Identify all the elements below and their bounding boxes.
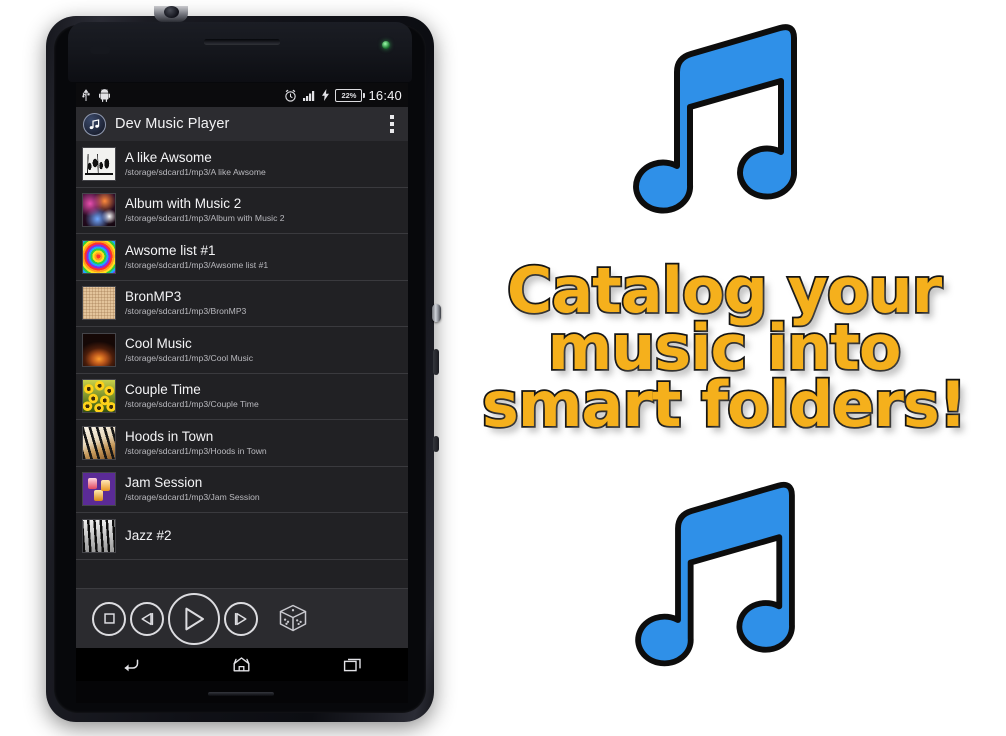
notification-led-icon <box>382 41 390 49</box>
song-row[interactable]: BronMP3/storage/sdcard1/mp3/BronMP3 <box>76 280 408 327</box>
album-art-thumbnail <box>82 193 116 228</box>
volume-button[interactable] <box>433 349 439 375</box>
play-button[interactable] <box>168 592 220 645</box>
recents-button[interactable] <box>323 652 383 678</box>
battery-indicator: 22% <box>335 88 365 102</box>
song-title: Hoods in Town <box>125 428 214 444</box>
home-icon <box>233 657 250 672</box>
song-title: A like Awsome <box>125 149 212 165</box>
previous-icon <box>141 612 154 625</box>
album-art-thumbnail <box>82 239 116 274</box>
album-art-thumbnail <box>82 379 116 414</box>
usb-icon <box>82 88 90 101</box>
song-path: /storage/sdcard1/mp3/Album with Music 2 <box>125 213 285 224</box>
previous-button[interactable] <box>130 601 164 636</box>
song-title: Couple Time <box>125 382 201 398</box>
battery-percent-label: 22% <box>341 90 357 100</box>
phone-top-bezel <box>68 22 412 82</box>
song-meta: Couple Time/storage/sdcard1/mp3/Couple T… <box>125 383 259 409</box>
proximity-sensor-icon <box>90 46 110 54</box>
song-row[interactable]: A like Awsome/storage/sdcard1/mp3/A like… <box>76 141 408 188</box>
song-row[interactable]: Jam Session/storage/sdcard1/mp3/Jam Sess… <box>76 466 408 513</box>
app-title: Dev Music Player <box>115 116 230 132</box>
song-path: /storage/sdcard1/mp3/Hoods in Town <box>125 445 267 456</box>
song-path: /storage/sdcard1/mp3/Cool Music <box>125 352 254 363</box>
song-path: /storage/sdcard1/mp3/Awsome list #1 <box>125 259 269 270</box>
song-meta: Cool Music/storage/sdcard1/mp3/Cool Musi… <box>125 335 254 363</box>
song-row[interactable]: Cool Music/storage/sdcard1/mp3/Cool Musi… <box>76 327 408 374</box>
music-note-graphic-top <box>633 24 798 214</box>
alarm-clock-icon <box>285 89 297 102</box>
next-icon <box>234 612 247 625</box>
album-art-thumbnail <box>82 472 116 507</box>
song-list[interactable]: A like Awsome/storage/sdcard1/mp3/A like… <box>76 141 408 648</box>
front-camera-lens-icon <box>164 6 179 18</box>
song-title: Jazz #2 <box>125 527 172 543</box>
song-path: /storage/sdcard1/mp3/A like Awsome <box>125 166 266 177</box>
next-button[interactable] <box>224 601 258 636</box>
album-art-thumbnail <box>82 332 116 367</box>
home-button[interactable] <box>212 652 272 678</box>
song-path: /storage/sdcard1/mp3/Jam Session <box>125 492 260 503</box>
song-path: /storage/sdcard1/mp3/BronMP3 <box>125 306 247 317</box>
promo-headline: Catalog your music into smart folders! <box>446 258 1002 442</box>
play-icon <box>185 607 204 630</box>
phone-screen: 22% 16:40 Dev Music Player A like Awsome… <box>76 83 408 648</box>
stop-icon <box>103 613 115 624</box>
song-meta: A like Awsome/storage/sdcard1/mp3/A like… <box>125 149 266 177</box>
shuffle-button[interactable] <box>276 602 310 636</box>
song-title: Cool Music <box>125 335 192 351</box>
song-row[interactable]: Awsome list #1/storage/sdcard1/mp3/Awsom… <box>76 234 408 281</box>
signal-bars-icon <box>303 90 315 101</box>
music-note-graphic-bottom <box>635 481 795 667</box>
song-title: Album with Music 2 <box>125 196 242 212</box>
song-title: Awsome list #1 <box>125 242 216 258</box>
song-title: BronMP3 <box>125 289 182 305</box>
status-bar-left-icons <box>82 88 110 102</box>
album-art-thumbnail <box>82 425 116 460</box>
song-meta: Album with Music 2/storage/sdcard1/mp3/A… <box>125 197 285 223</box>
back-button[interactable] <box>101 652 161 678</box>
status-bar: 22% 16:40 <box>76 83 408 107</box>
back-arrow-icon <box>124 658 139 671</box>
recents-icon <box>344 658 361 671</box>
song-meta: Awsome list #1/storage/sdcard1/mp3/Awsom… <box>125 242 269 270</box>
dice-shuffle-icon <box>279 604 307 631</box>
song-path: /storage/sdcard1/mp3/Couple Time <box>125 399 259 410</box>
song-row[interactable]: Hoods in Town/storage/sdcard1/mp3/Hoods … <box>76 420 408 467</box>
earpiece-icon <box>204 39 280 44</box>
power-button[interactable] <box>432 304 441 322</box>
song-row[interactable]: Jazz #2 <box>76 513 408 560</box>
status-bar-clock: 16:40 <box>368 87 402 103</box>
app-action-bar: Dev Music Player <box>76 107 408 142</box>
music-note-circle-icon <box>83 112 106 136</box>
android-debug-icon <box>99 88 110 102</box>
album-art-thumbnail <box>82 286 116 321</box>
song-row[interactable]: Couple Time/storage/sdcard1/mp3/Couple T… <box>76 373 408 420</box>
song-meta: Hoods in Town/storage/sdcard1/mp3/Hoods … <box>125 428 267 456</box>
bottom-speaker-icon <box>208 692 274 696</box>
song-meta: Jazz #2 <box>125 527 172 543</box>
player-control-bar <box>76 588 408 648</box>
camera-button[interactable] <box>433 436 439 452</box>
album-art-thumbnail <box>82 146 116 181</box>
stop-button[interactable] <box>92 601 126 636</box>
album-art-thumbnail <box>82 518 116 553</box>
android-nav-bar <box>76 648 408 681</box>
overflow-menu-icon[interactable] <box>383 111 401 137</box>
song-meta: BronMP3/storage/sdcard1/mp3/BronMP3 <box>125 290 246 316</box>
phone-device: 22% 16:40 Dev Music Player A like Awsome… <box>46 4 441 732</box>
promo-line-3: smart folders! <box>480 368 969 442</box>
song-title: Jam Session <box>125 475 203 491</box>
song-meta: Jam Session/storage/sdcard1/mp3/Jam Sess… <box>125 476 260 502</box>
status-bar-right-icons: 22% 16:40 <box>284 88 402 103</box>
song-row[interactable]: Album with Music 2/storage/sdcard1/mp3/A… <box>76 187 408 234</box>
charging-bolt-icon <box>322 89 330 101</box>
